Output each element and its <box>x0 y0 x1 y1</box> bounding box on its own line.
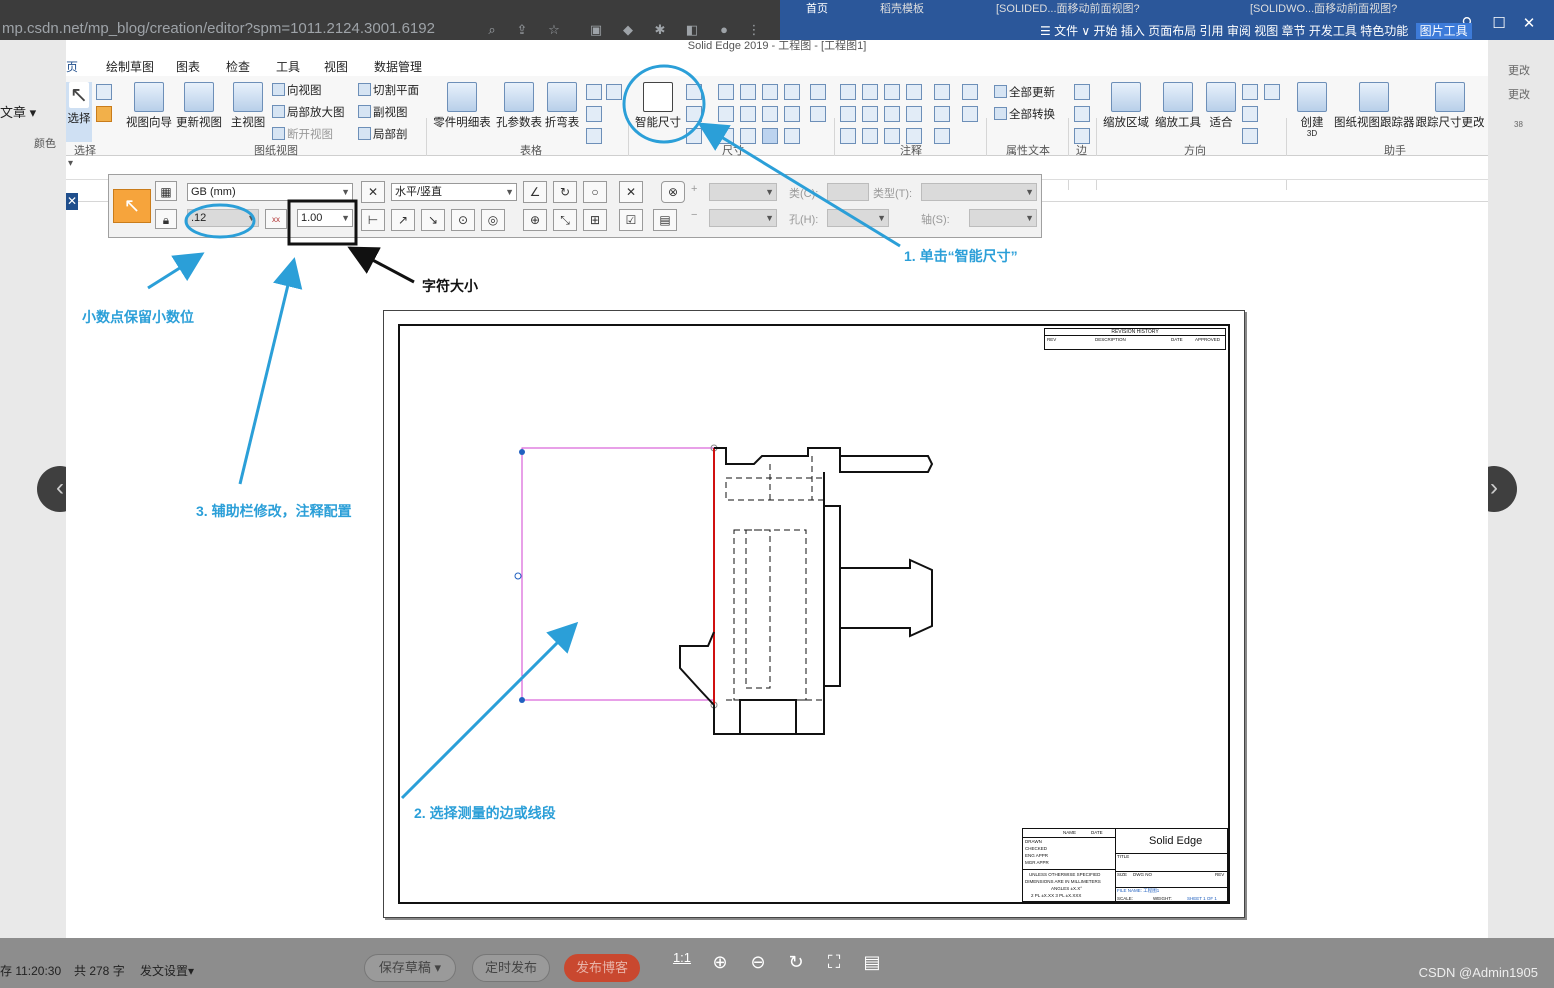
annotation-decimal: 小数点保留小数位 <box>82 309 194 325</box>
annotation-step2: 2. 选择测量的边或线段 <box>414 805 556 821</box>
annotation-char-size: 字符大小 <box>422 278 478 294</box>
annotation-step1: 1. 单击“智能尺寸” <box>904 248 1018 264</box>
annotation-overlay <box>147 64 901 800</box>
screenshot-root: mp.csdn.net/mp_blog/creation/editor?spm=… <box>0 0 1554 988</box>
char-size-highlight <box>287 199 358 246</box>
save-image-icon[interactable]: ▤ <box>860 952 884 973</box>
arrow-step2 <box>400 621 579 800</box>
smart-dimension-highlight <box>622 64 706 144</box>
word-count: 共 278 字 <box>74 964 125 978</box>
schedule-publish-button[interactable]: 定时发布 <box>472 954 550 982</box>
crop-icon[interactable]: ⛶ <box>822 952 846 973</box>
arrow-char-size <box>347 246 415 284</box>
zoom-out-icon[interactable]: ⊖ <box>746 952 770 973</box>
zoom-in-icon[interactable]: ⊕ <box>708 952 732 973</box>
arrow-decimal <box>147 252 205 290</box>
rotate-icon[interactable]: ↻ <box>784 952 808 973</box>
publish-settings-menu[interactable]: 发文设置▾ <box>140 962 194 979</box>
save-time: 存 11:20:30 <box>0 964 62 978</box>
arrow-step3 <box>238 257 303 485</box>
arrow-step1 <box>697 122 901 248</box>
watermark: CSDN @Admin1905 <box>1418 965 1538 980</box>
annotation-step3: 3. 辅助栏修改，注释配置 <box>196 503 352 519</box>
decimal-highlight <box>184 203 256 239</box>
bottom-bar: 存 11:20:30 共 278 字 发文设置▾ 保存草稿 ▾ 定时发布 发布博… <box>0 938 1554 988</box>
save-draft-button[interactable]: 保存草稿 ▾ <box>364 954 456 982</box>
actual-size-button[interactable]: 1:1 <box>670 950 694 965</box>
publish-button[interactable]: 发布博客 <box>564 954 640 982</box>
